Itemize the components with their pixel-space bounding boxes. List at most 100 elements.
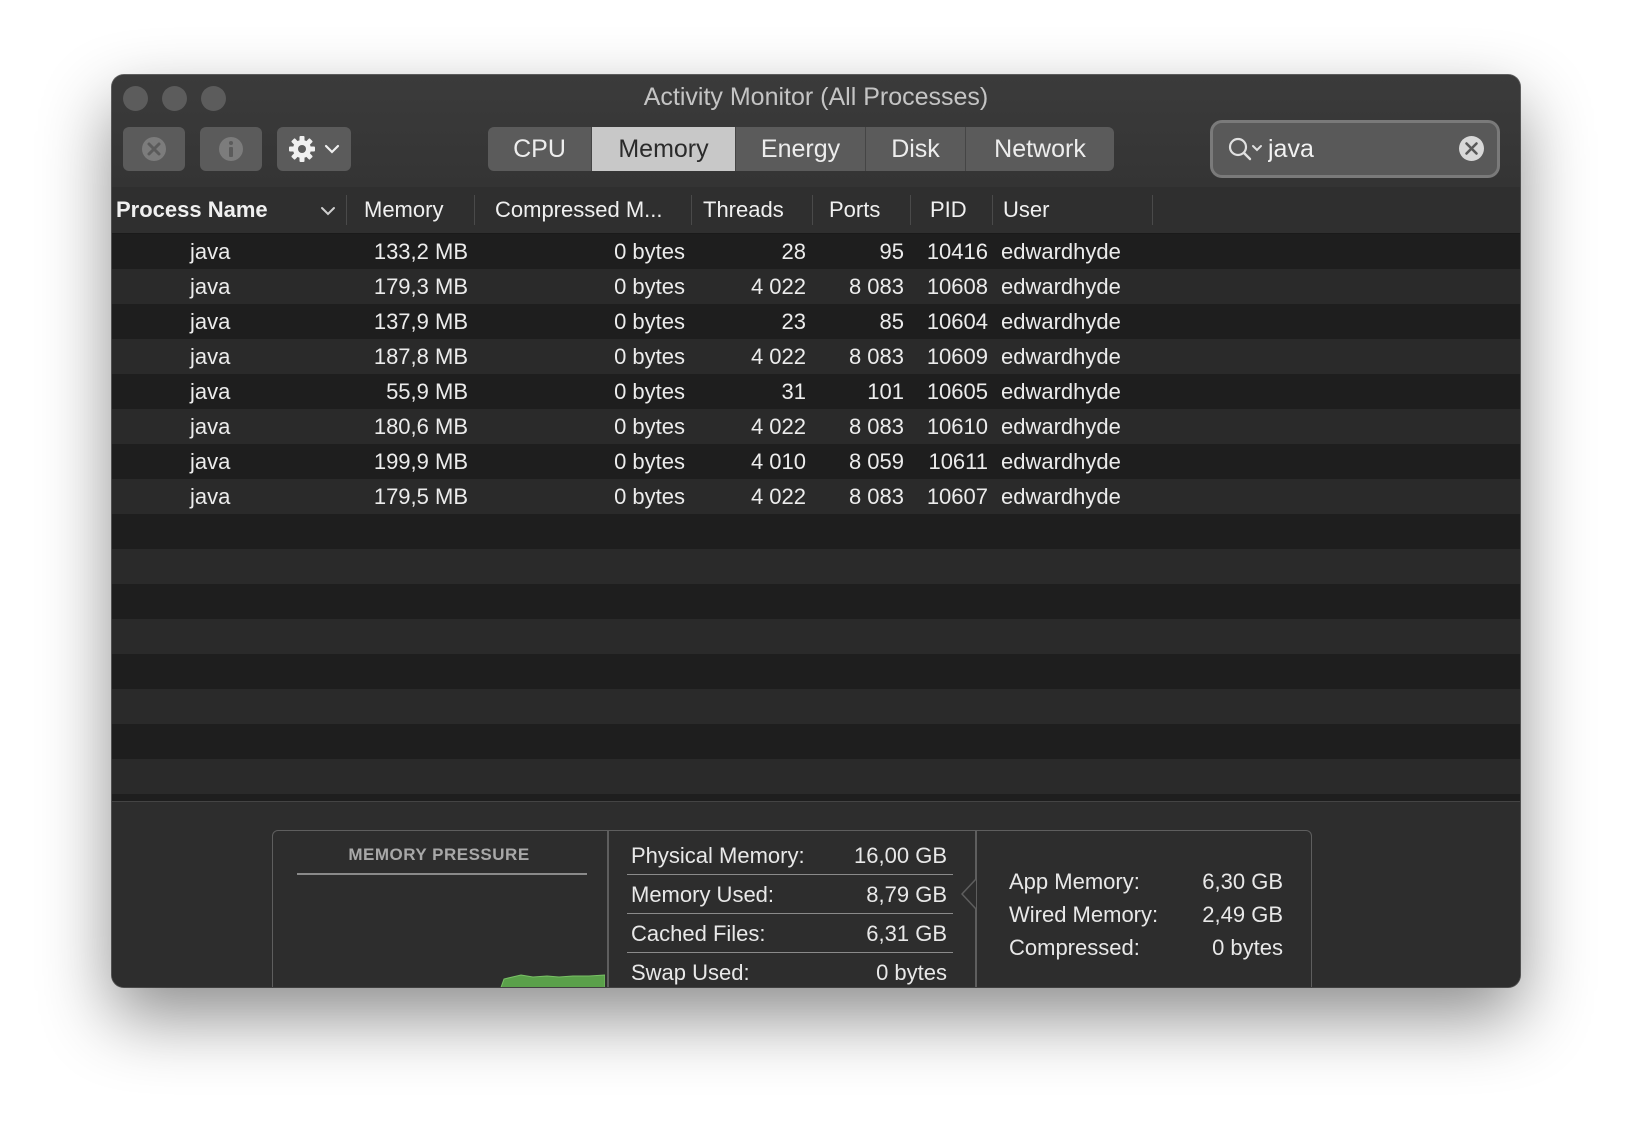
app-memory-stat: App Memory: 6,30 GB xyxy=(1009,869,1283,901)
ports-cell: 8 083 xyxy=(848,484,904,509)
compressed-memory-cell: 0 bytes xyxy=(614,484,685,509)
column-header-process-name[interactable]: Process Name xyxy=(116,187,344,233)
column-header-threads[interactable]: Threads xyxy=(703,187,813,233)
empty-row xyxy=(112,759,1520,794)
process-name-cell: java xyxy=(190,274,231,299)
threads-cell: 28 xyxy=(781,239,806,264)
pid-cell: 10416 xyxy=(926,239,988,264)
inspect-process-button[interactable] xyxy=(200,127,262,171)
clear-search-icon[interactable] xyxy=(1458,135,1485,162)
action-menu-button[interactable] xyxy=(277,127,351,171)
app-memory-value: 6,30 GB xyxy=(1202,869,1283,894)
column-header-memory[interactable]: Memory xyxy=(364,187,484,233)
tab-energy[interactable]: Energy xyxy=(736,127,866,171)
memory-summary-panel: MEMORY PRESSURE Physical Memory: 16,00 G… xyxy=(112,801,1520,987)
ports-cell: 8 083 xyxy=(848,414,904,439)
search-field[interactable] xyxy=(1213,123,1497,175)
stop-process-button[interactable] xyxy=(123,127,185,171)
threads-cell: 23 xyxy=(781,309,806,334)
memory-pressure-graph xyxy=(500,974,605,987)
threads-cell: 31 xyxy=(781,379,806,404)
empty-row xyxy=(112,619,1520,654)
search-icon[interactable] xyxy=(1227,136,1265,162)
sort-chevron-down-icon[interactable] xyxy=(320,205,336,217)
panel-notch xyxy=(961,879,977,909)
ports-cell: 8 083 xyxy=(848,274,904,299)
table-header: Process Name Memory Compressed M... Thre… xyxy=(112,187,1520,234)
table-row[interactable]: java 133,2 MB 0 bytes 28 95 10416 edward… xyxy=(112,234,1520,269)
memory-cell: 187,8 MB xyxy=(373,344,468,369)
tab-cpu[interactable]: CPU xyxy=(488,127,592,171)
column-divider xyxy=(992,195,993,225)
tab-network[interactable]: Network xyxy=(966,127,1114,171)
pid-cell: 10605 xyxy=(926,379,988,404)
user-cell: edwardhyde xyxy=(1001,274,1121,299)
user-cell: edwardhyde xyxy=(1001,379,1121,404)
physical-memory-label: Physical Memory: xyxy=(631,843,805,868)
table-row[interactable]: java 180,6 MB 0 bytes 4 022 8 083 10610 … xyxy=(112,409,1520,444)
physical-memory-value: 16,00 GB xyxy=(854,843,947,868)
empty-row xyxy=(112,724,1520,759)
memory-cell: 179,5 MB xyxy=(373,484,468,509)
empty-row xyxy=(112,689,1520,724)
pid-cell: 10604 xyxy=(926,309,988,334)
pid-cell: 10611 xyxy=(928,449,988,474)
compressed-label: Compressed: xyxy=(1009,935,1140,960)
column-header-user[interactable]: User xyxy=(1003,187,1143,233)
compressed-memory-cell: 0 bytes xyxy=(614,274,685,299)
gear-icon xyxy=(289,136,315,162)
table-row[interactable]: java 137,9 MB 0 bytes 23 85 10604 edward… xyxy=(112,304,1520,339)
panel-divider xyxy=(975,831,977,987)
column-divider xyxy=(346,195,347,225)
column-header-pid[interactable]: PID xyxy=(930,187,1000,233)
process-name-cell: java xyxy=(190,344,231,369)
table-row[interactable]: java 55,9 MB 0 bytes 31 101 10605 edward… xyxy=(112,374,1520,409)
column-divider xyxy=(910,195,911,225)
empty-row xyxy=(112,584,1520,619)
pid-cell: 10609 xyxy=(926,344,988,369)
threads-cell: 4 022 xyxy=(750,274,806,299)
table-row[interactable]: java 199,9 MB 0 bytes 4 010 8 059 10611 … xyxy=(112,444,1520,479)
column-header-compressed-memory[interactable]: Compressed M... xyxy=(495,187,695,233)
info-icon xyxy=(219,137,243,161)
process-name-cell: java xyxy=(190,484,231,509)
process-name-cell: java xyxy=(190,309,231,334)
column-divider xyxy=(691,195,692,225)
tab-memory[interactable]: Memory xyxy=(592,127,736,171)
ports-cell: 8 059 xyxy=(848,449,904,474)
memory-cell: 199,9 MB xyxy=(373,449,468,474)
user-cell: edwardhyde xyxy=(1001,309,1121,334)
cached-files-stat: Cached Files: 6,31 GB xyxy=(627,915,953,953)
tab-disk[interactable]: Disk xyxy=(866,127,966,171)
pid-cell: 10610 xyxy=(926,414,988,439)
threads-cell: 4 022 xyxy=(750,344,806,369)
swap-used-value: 0 bytes xyxy=(876,960,947,985)
search-input[interactable] xyxy=(1268,123,1448,175)
view-tabs: CPU Memory Energy Disk Network xyxy=(488,127,1114,171)
user-cell: edwardhyde xyxy=(1001,344,1121,369)
threads-cell: 4 022 xyxy=(750,414,806,439)
memory-pressure-divider xyxy=(297,873,587,875)
cached-files-label: Cached Files: xyxy=(631,921,766,946)
wired-memory-value: 2,49 GB xyxy=(1202,902,1283,927)
column-header-ports[interactable]: Ports xyxy=(829,187,919,233)
x-circle-icon xyxy=(142,137,166,161)
empty-row xyxy=(112,654,1520,689)
table-row[interactable]: java 187,8 MB 0 bytes 4 022 8 083 10609 … xyxy=(112,339,1520,374)
physical-memory-stat: Physical Memory: 16,00 GB xyxy=(627,837,953,875)
memory-pressure-title: MEMORY PRESSURE xyxy=(348,845,530,864)
table-row[interactable]: java 179,5 MB 0 bytes 4 022 8 083 10607 … xyxy=(112,479,1520,514)
memory-cell: 179,3 MB xyxy=(373,274,468,299)
memory-cell: 180,6 MB xyxy=(373,414,468,439)
threads-cell: 4 022 xyxy=(750,484,806,509)
process-name-cell: java xyxy=(190,239,231,264)
table-row[interactable]: java 179,3 MB 0 bytes 4 022 8 083 10608 … xyxy=(112,269,1520,304)
column-divider xyxy=(474,195,475,225)
compressed-stat: Compressed: 0 bytes xyxy=(1009,935,1283,967)
memory-cell: 133,2 MB xyxy=(373,239,468,264)
memory-used-stat: Memory Used: 8,79 GB xyxy=(627,876,953,914)
compressed-memory-cell: 0 bytes xyxy=(614,449,685,474)
ports-cell: 95 xyxy=(879,239,904,264)
ports-cell: 8 083 xyxy=(848,344,904,369)
toolbar: Activity Monitor (All Processes) CPU Mem… xyxy=(112,75,1520,188)
